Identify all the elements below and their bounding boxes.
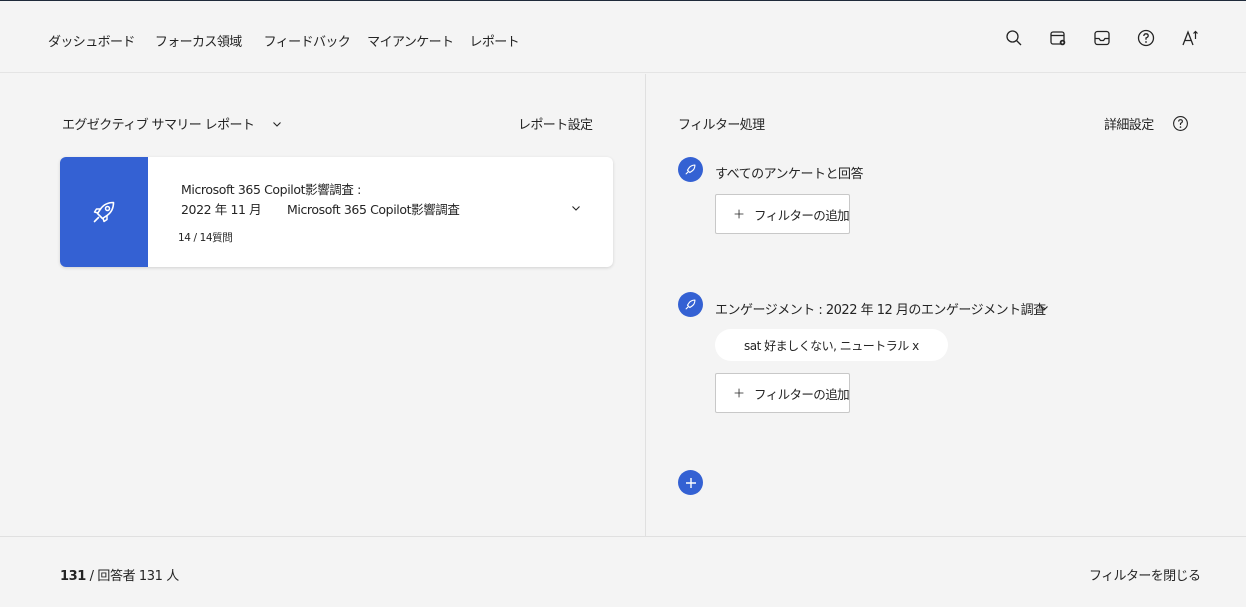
report-type-dropdown[interactable]: エグゼクティブ サマリー レポート <box>62 114 282 133</box>
plus-icon <box>734 388 744 398</box>
text-size-icon[interactable] <box>1178 28 1202 48</box>
nav-focus-areas[interactable]: フォーカス領域 <box>155 31 242 50</box>
card-accent <box>60 157 148 267</box>
respondent-count-number: 131 <box>60 569 86 584</box>
nav-my-surveys[interactable]: マイアンケート <box>367 31 454 50</box>
nav-dashboard[interactable]: ダッシュボード <box>48 31 135 50</box>
add-filter-group-button[interactable] <box>678 470 703 495</box>
main-nav: ダッシュボード フォーカス領域 フィードバック マイアンケート レポート <box>48 31 520 50</box>
filter-chip[interactable]: sat 好ましくない, ニュートラル x <box>715 329 948 361</box>
nav-feedback[interactable]: フィードバック <box>264 31 351 50</box>
top-icons <box>1002 28 1202 48</box>
filter-pane: フィルター処理 詳細設定 すべてのアンケートと回答 フィルターの追加 エンゲージ… <box>646 74 1246 536</box>
close-filters-button[interactable]: フィルターを閉じる <box>1089 565 1201 584</box>
report-type-label: エグゼクティブ サマリー レポート <box>62 118 255 133</box>
add-filter-button[interactable]: フィルターの追加 <box>715 373 850 413</box>
rocket-icon <box>678 157 703 182</box>
respondent-count: 131 / 回答者 131 人 <box>60 565 179 584</box>
chevron-down-icon[interactable] <box>1039 303 1049 313</box>
survey-date: 2022 年 11 月 <box>181 202 262 217</box>
question-count: 14 / 14質問 <box>178 232 233 244</box>
survey-name: Microsoft 365 Copilot影響調査 <box>287 202 460 217</box>
add-filter-label: フィルターの追加 <box>754 207 850 223</box>
help-icon[interactable] <box>1134 28 1158 48</box>
search-icon[interactable] <box>1002 28 1026 48</box>
filter-group-engagement-label: エンゲージメント : 2022 年 12 月のエンゲージメント調査 <box>715 303 1046 318</box>
rocket-icon <box>678 292 703 317</box>
footer: 131 / 回答者 131 人 フィルターを閉じる <box>0 536 1246 607</box>
chevron-down-icon[interactable] <box>571 203 581 213</box>
survey-card[interactable]: Microsoft 365 Copilot影響調査 : 2022 年 11 月 … <box>60 157 613 267</box>
add-filter-button[interactable]: フィルターの追加 <box>715 194 850 234</box>
advanced-settings-link[interactable]: 詳細設定 <box>1104 114 1154 133</box>
report-settings-link[interactable]: レポート設定 <box>518 114 593 133</box>
add-filter-label: フィルターの追加 <box>754 386 850 402</box>
survey-title: Microsoft 365 Copilot影響調査 : <box>181 182 361 197</box>
filter-chip-label: sat 好ましくない, ニュートラル x <box>744 338 919 353</box>
rocket-icon <box>93 201 115 223</box>
respondent-count-text: / 回答者 131 人 <box>85 569 180 584</box>
filter-group-all-label: すべてのアンケートと回答 <box>715 167 864 182</box>
top-bar: ダッシュボード フォーカス領域 フィードバック マイアンケート レポート <box>0 0 1246 73</box>
help-icon[interactable] <box>1172 115 1189 132</box>
nav-reports[interactable]: レポート <box>469 31 519 50</box>
plus-icon <box>734 209 744 219</box>
calendar-settings-icon[interactable] <box>1046 28 1070 48</box>
chevron-down-icon <box>273 121 282 127</box>
plus-icon <box>685 477 696 488</box>
inbox-icon[interactable] <box>1090 28 1114 48</box>
filter-pane-title: フィルター処理 <box>678 118 765 133</box>
report-pane: エグゼクティブ サマリー レポート レポート設定 Microsoft 365 C… <box>0 74 645 536</box>
